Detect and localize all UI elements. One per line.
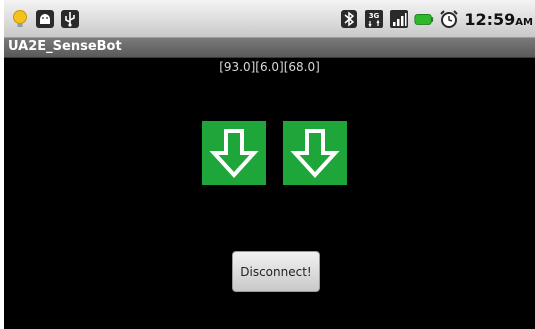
status-time-value: 12:59 [464,9,516,29]
battery-icon [414,9,434,29]
usb-notification-icon [60,9,80,29]
notification-icons [10,7,80,31]
disconnect-button[interactable]: Disconnect! [232,251,320,292]
status-bar: 3G 12:59AM [4,0,535,38]
signal-strength-icon [389,9,409,29]
status-clock: 12:59AM [464,10,533,29]
arrow-down-icon [290,129,340,178]
android-notification-icon [35,9,55,29]
status-time-suffix: AM [515,16,533,28]
arrow-down-icon [209,129,259,178]
device-screen: 3G 12:59AM UA2E_SenseBot [93.0][6.0][68.… [4,0,535,329]
left-motor-indicator [202,121,266,185]
app-title-bar: UA2E_SenseBot [4,38,535,58]
lightbulb-notification-icon [10,9,30,29]
system-status-icons: 3G 12:59AM [339,7,533,31]
app-title: UA2E_SenseBot [8,39,122,54]
svg-text:3G: 3G [369,12,380,20]
bluetooth-icon [339,9,359,29]
right-motor-indicator [283,121,347,185]
sensor-readout: [93.0][6.0][68.0] [219,60,320,74]
network-3g-icon: 3G [364,9,384,29]
alarm-clock-icon [439,9,459,29]
